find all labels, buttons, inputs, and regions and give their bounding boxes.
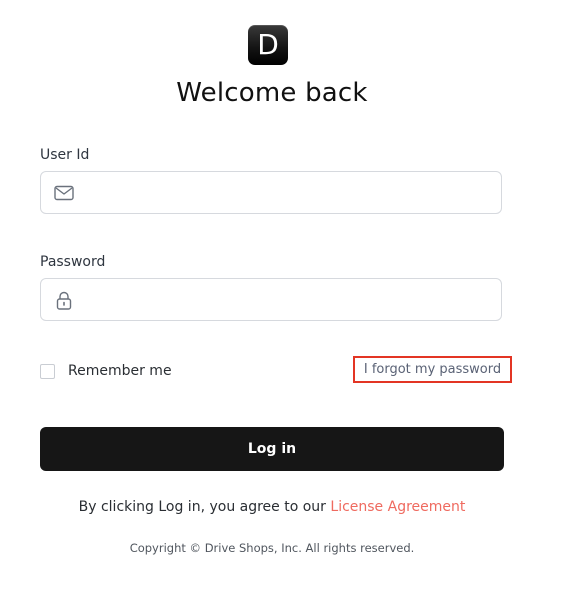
page-title: Welcome back	[176, 78, 368, 108]
lock-icon	[53, 290, 75, 310]
login-page: D Welcome back User Id Password Remember…	[0, 0, 570, 593]
user-id-input[interactable]	[85, 172, 489, 215]
user-id-label: User Id	[40, 147, 90, 163]
agreement-text: By clicking Log in, you agree to our Lic…	[0, 499, 544, 515]
remember-me-row: Remember me	[40, 362, 172, 380]
agreement-prefix: By clicking Log in, you agree to our	[78, 499, 331, 515]
copyright-text: Copyright © Drive Shops, Inc. All rights…	[129, 541, 415, 555]
forgot-password-link[interactable]: I forgot my password	[353, 356, 512, 383]
password-field-container[interactable]	[40, 278, 502, 322]
envelope-icon	[53, 183, 75, 203]
remember-me-label[interactable]: Remember me	[68, 363, 172, 379]
remember-me-checkbox[interactable]	[40, 363, 55, 379]
app-logo: D	[248, 25, 288, 65]
license-agreement-link[interactable]: License Agreement	[330, 499, 465, 515]
password-input[interactable]	[85, 279, 489, 322]
login-button[interactable]: Log in	[40, 427, 504, 471]
password-label: Password	[40, 254, 106, 270]
user-id-field-container[interactable]	[40, 171, 502, 215]
